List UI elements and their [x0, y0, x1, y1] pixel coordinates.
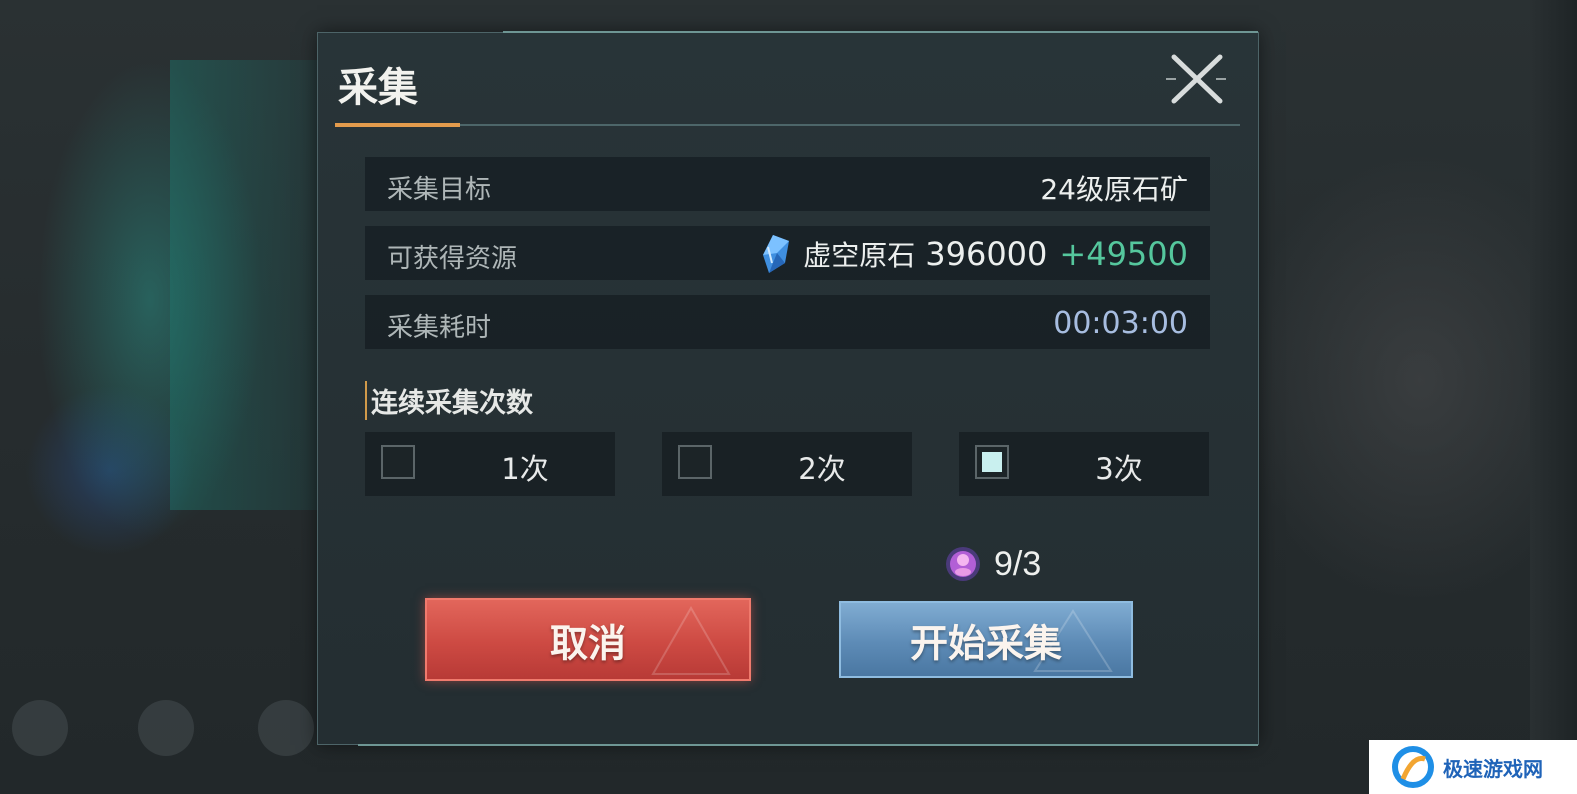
start-gather-button-label: 开始采集 [909, 620, 1062, 665]
crystal-icon [763, 235, 790, 273]
repeat-option-3-checkbox[interactable] [975, 445, 1009, 479]
title-underline [335, 124, 1240, 126]
repeat-option-3[interactable]: 3次 [959, 432, 1209, 496]
start-gather-button[interactable]: 开始采集 [839, 601, 1133, 678]
hud-button-2 [138, 700, 194, 756]
resource-value-group: 虚空原石 396000 +49500 [759, 234, 1188, 274]
target-label: 采集目标 [387, 175, 492, 205]
gather-cost: 9/3 [944, 543, 1041, 585]
dialog-top-border [503, 31, 1258, 33]
repeat-option-1-checkbox[interactable] [381, 445, 415, 479]
hud-button-3 [258, 700, 314, 756]
resource-bonus: +49500 [1059, 235, 1188, 273]
duration-label: 采集耗时 [387, 313, 492, 343]
resource-name: 虚空原石 [803, 239, 916, 272]
site-watermark: 极速游戏网 [1369, 740, 1577, 794]
cancel-button-label: 取消 [549, 620, 626, 665]
duration-value: 00:03:00 [1053, 306, 1188, 341]
repeat-option-3-label: 3次 [1095, 452, 1143, 486]
repeat-option-2[interactable]: 2次 [662, 432, 912, 496]
target-row: 采集目标 24级原石矿 [365, 157, 1210, 211]
gather-dialog: 采集 采集目标 24级原石矿 可获得资源 虚空原石 396000 +49500 [317, 31, 1259, 746]
repeat-option-2-checkbox[interactable] [678, 445, 712, 479]
resource-row: 可获得资源 虚空原石 396000 +49500 [365, 226, 1210, 280]
hud-button-1 [12, 700, 68, 756]
cancel-button[interactable]: 取消 [425, 598, 751, 681]
repeat-section-title: 连续采集次数 [365, 381, 533, 420]
dialog-title: 采集 [338, 64, 418, 111]
repeat-option-2-label: 2次 [798, 452, 846, 486]
resource-amount: 396000 [925, 235, 1048, 273]
background-right-panel [1530, 0, 1577, 794]
target-value: 24级原石矿 [1040, 173, 1188, 206]
watermark-text: 极速游戏网 [1443, 756, 1543, 781]
energy-orb-icon [946, 547, 980, 581]
title-underline-accent [335, 123, 460, 127]
repeat-option-1-label: 1次 [501, 452, 549, 486]
repeat-option-1[interactable]: 1次 [365, 432, 615, 496]
close-button[interactable] [1166, 51, 1226, 107]
site-logo-icon [1392, 746, 1434, 788]
background-waterfall [170, 60, 320, 510]
close-x-icon [1166, 54, 1226, 104]
dialog-bottom-border [358, 744, 1258, 746]
cost-value: 9/3 [994, 544, 1042, 583]
duration-row: 采集耗时 00:03:00 [365, 295, 1210, 349]
resource-label: 可获得资源 [387, 244, 518, 274]
